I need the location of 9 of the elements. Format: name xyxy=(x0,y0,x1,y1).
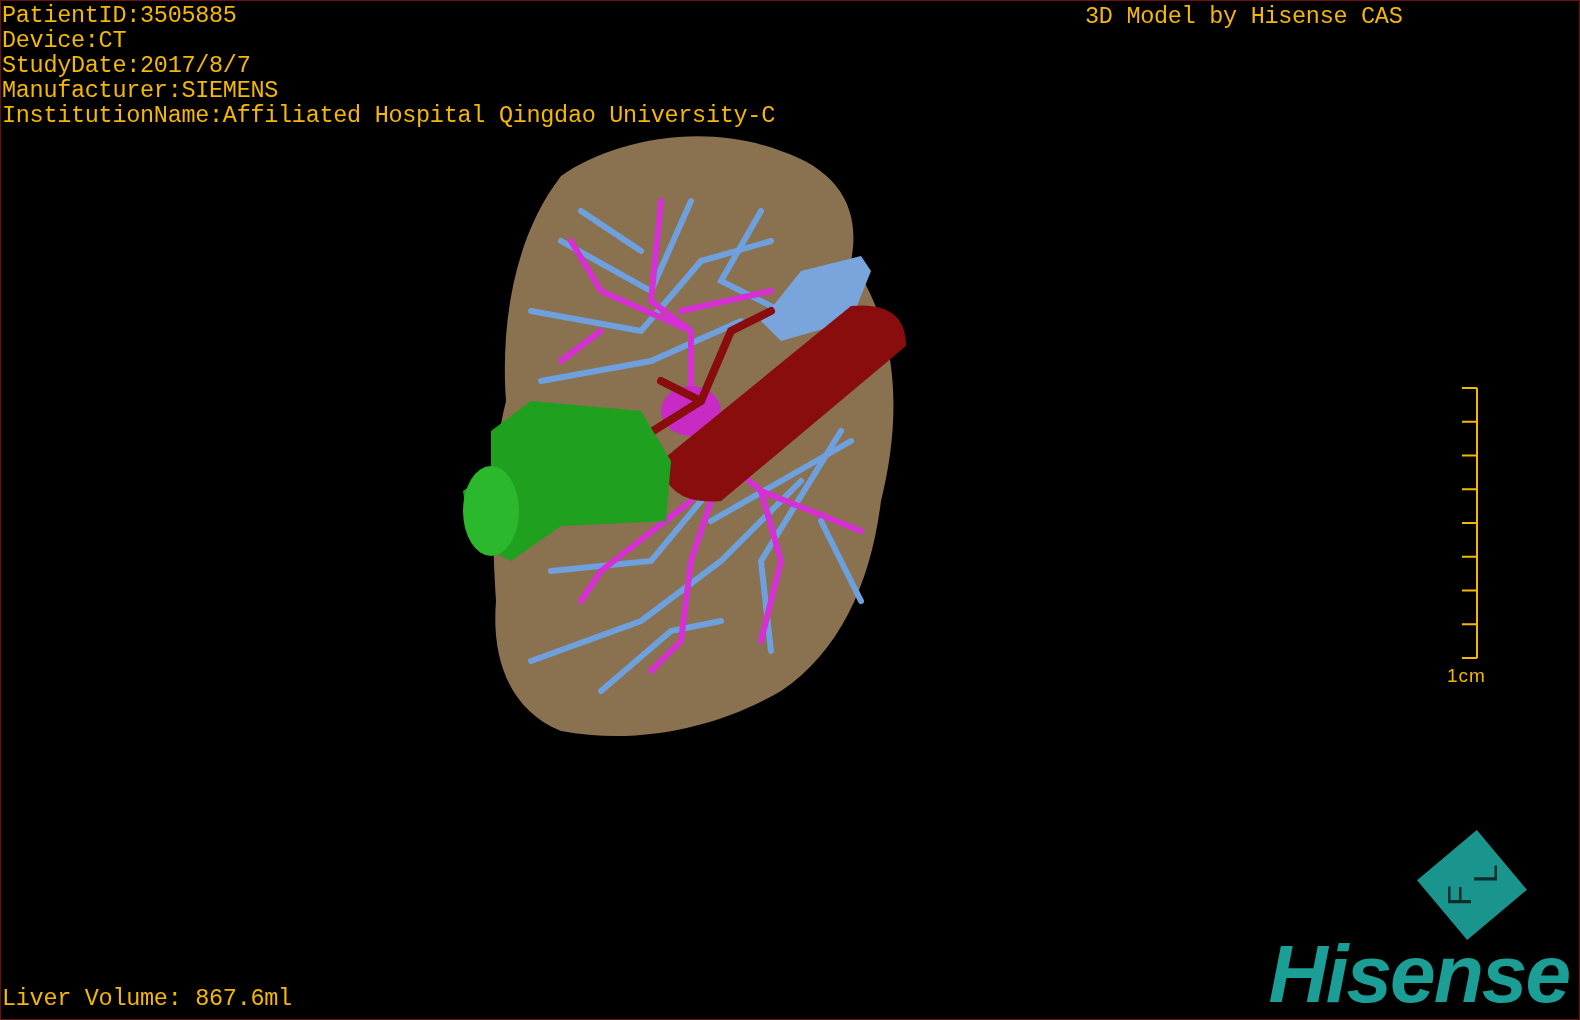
orientation-cube[interactable]: F L xyxy=(1417,830,1527,940)
model-credit: 3D Model by Hisense CAS xyxy=(1085,4,1403,29)
info-line: InstitutionName:Affiliated Hospital Qingdao University-C xyxy=(2,103,775,128)
info-line: PatientID:3505885 xyxy=(2,3,238,28)
info-line: StudyDate:2017/8/7 xyxy=(2,53,252,78)
info-line: Device:CT xyxy=(2,28,128,53)
info-line: Manufacturer:SIEMENS xyxy=(2,78,280,103)
scale-label: 1cm xyxy=(1447,665,1486,687)
liver-volume: Liver Volume: 867.6ml xyxy=(2,986,292,1011)
